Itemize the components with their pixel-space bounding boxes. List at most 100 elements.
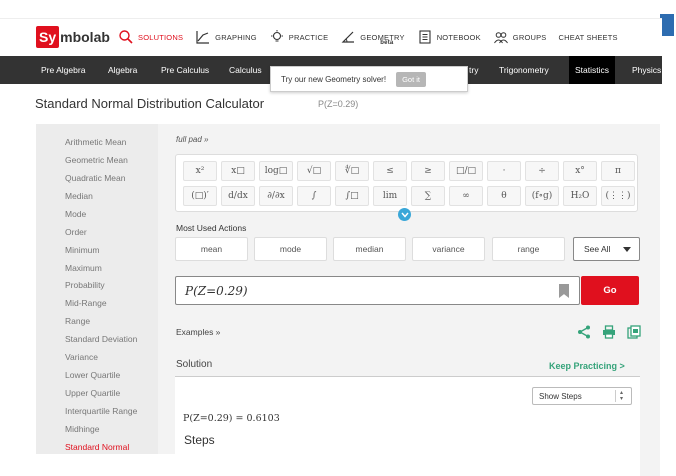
sidebar-item-mid-range[interactable]: Mid-Range (65, 298, 107, 308)
subject-partial[interactable]: try (469, 56, 478, 84)
key-integral[interactable]: ∫ (297, 186, 331, 206)
key-fraction[interactable]: □/□ (449, 161, 483, 181)
sidebar-item-quadratic-mean[interactable]: Quadratic Mean (65, 173, 125, 183)
examples-link[interactable]: Examples » (176, 327, 220, 337)
key-matrix[interactable]: (⋮⋮) (601, 186, 635, 206)
sidebar-item-mode[interactable]: Mode (65, 209, 86, 219)
subject-algebra[interactable]: Algebra (108, 56, 137, 84)
most-used-actions-title: Most Used Actions (176, 223, 247, 233)
key-square[interactable]: x² (183, 161, 217, 181)
nav-groups[interactable]: GROUPS (493, 29, 547, 45)
key-dot[interactable]: · (487, 161, 521, 181)
key-infinity[interactable]: ∞ (449, 186, 483, 206)
subject-statistics[interactable]: Statistics (569, 56, 616, 84)
sidebar-item-standard-deviation[interactable]: Standard Deviation (65, 334, 137, 344)
angle-icon (341, 31, 355, 43)
page-subtitle: P(Z=0.29) (318, 99, 359, 109)
key-partial[interactable]: ∂/∂x (259, 186, 293, 206)
nav-graphing[interactable]: GRAPHING (195, 29, 257, 45)
sidebar-item-arithmetic-mean[interactable]: Arithmetic Mean (65, 137, 126, 147)
geometry-tooltip: Try our new Geometry solver! Got it (270, 66, 468, 92)
key-nth-root[interactable]: ∜□ (335, 161, 369, 181)
key-pi[interactable]: π (601, 161, 635, 181)
page-title: Standard Normal Distribution Calculator (35, 96, 265, 111)
symbolab-logo[interactable]: Sy mbolab (36, 26, 110, 48)
show-steps-select[interactable]: Show Steps ▴ ▾ (532, 387, 632, 405)
key-degree[interactable]: x° (563, 161, 597, 181)
nav-cheat-sheets-label: CHEAT SHEETS (558, 32, 618, 42)
key-geq[interactable]: ≥ (411, 161, 445, 181)
key-log[interactable]: log□ (259, 161, 293, 181)
subject-trigonometry[interactable]: Trigonometry (499, 56, 549, 84)
sidebar-item-standard-normal[interactable]: Standard Normal (65, 442, 129, 452)
nav-practice[interactable]: PRACTICE (269, 29, 329, 45)
key-limit[interactable]: lim (373, 186, 407, 206)
go-button[interactable]: Go (581, 276, 639, 305)
key-definite-integral[interactable]: ∫□ (335, 186, 369, 206)
key-prime[interactable]: (□)′ (183, 186, 217, 206)
action-mode-button[interactable]: mode (254, 237, 327, 261)
sidebar-item-midhinge[interactable]: Midhinge (65, 424, 100, 434)
got-it-button[interactable]: Got it (396, 71, 427, 87)
embed-button[interactable] (626, 324, 642, 340)
right-edge (662, 0, 676, 476)
key-theta[interactable]: θ (487, 186, 521, 206)
sidebar-item-geometric-mean[interactable]: Geometric Mean (65, 155, 128, 165)
graph-icon (196, 31, 210, 44)
sidebar: Arithmetic Mean Geometric Mean Quadratic… (36, 124, 158, 454)
bookmark-icon[interactable] (559, 284, 569, 298)
subject-calculus[interactable]: Calculus (229, 56, 262, 84)
full-pad-link[interactable]: full pad » (176, 135, 208, 144)
sidebar-item-variance[interactable]: Variance (65, 352, 98, 362)
blank-area (0, 454, 225, 476)
subject-pre-calculus[interactable]: Pre Calculus (161, 56, 209, 84)
top-header: Sy mbolab SOLUTIONS GRAPHING PRACTICE GE… (0, 18, 662, 54)
key-chemistry[interactable]: H₂O (563, 186, 597, 206)
sidebar-item-order[interactable]: Order (65, 227, 87, 237)
key-sum[interactable]: ∑ (411, 186, 445, 206)
sidebar-item-median[interactable]: Median (65, 191, 93, 201)
groups-icon (493, 32, 508, 44)
keep-practicing-link[interactable]: Keep Practicing > (549, 361, 625, 371)
key-divide[interactable]: ÷ (525, 161, 559, 181)
beta-badge: beta (380, 40, 394, 46)
share-icon (578, 325, 590, 339)
key-power[interactable]: x□ (221, 161, 255, 181)
chevron-down-icon (400, 212, 409, 218)
expression-input-value: P(Z=0.29) (185, 283, 248, 298)
key-sqrt[interactable]: √□ (297, 161, 331, 181)
action-mean-button[interactable]: mean (175, 237, 248, 261)
action-range-button[interactable]: range (492, 237, 565, 261)
subject-pre-algebra[interactable]: Pre Algebra (41, 56, 85, 84)
nav-solutions[interactable]: SOLUTIONS (118, 29, 183, 45)
key-composition[interactable]: (f∘g) (525, 186, 559, 206)
share-button[interactable] (576, 324, 592, 340)
sidebar-item-probability[interactable]: Probability (65, 280, 105, 290)
action-variance-button[interactable]: variance (412, 237, 485, 261)
sidebar-item-interquartile-range[interactable]: Interquartile Range (65, 406, 137, 416)
nav-geometry[interactable]: GEOMETRY beta (340, 29, 404, 46)
sidebar-item-minimum[interactable]: Minimum (65, 245, 99, 255)
nav-groups-label: GROUPS (512, 32, 547, 42)
updown-arrows-icon: ▴ ▾ (615, 390, 627, 402)
sidebar-item-upper-quartile[interactable]: Upper Quartile (65, 388, 120, 398)
key-leq[interactable]: ≤ (373, 161, 407, 181)
nav-notebook[interactable]: NOTEBOOK (417, 29, 481, 45)
notebook-icon (419, 30, 431, 44)
main-panel: full pad » x² x□ log□ √□ ∜□ ≤ ≥ □/□ · ÷ … (158, 124, 660, 476)
scroll-indicator (660, 14, 674, 36)
expand-keypad-button[interactable] (398, 208, 411, 221)
nav-cheat-sheets[interactable]: CHEAT SHEETS (559, 33, 618, 42)
sidebar-item-range[interactable]: Range (65, 316, 90, 326)
top-nav: SOLUTIONS GRAPHING PRACTICE GEOMETRY bet… (118, 19, 618, 55)
key-derivative[interactable]: d/dx (221, 186, 255, 206)
subject-physics[interactable]: Physics (632, 56, 661, 84)
sidebar-item-maximum[interactable]: Maximum (65, 263, 102, 273)
expression-input[interactable]: P(Z=0.29) (175, 276, 580, 305)
see-all-dropdown[interactable]: See All (573, 237, 640, 261)
sidebar-item-lower-quartile[interactable]: Lower Quartile (65, 370, 120, 380)
steps-heading: Steps (184, 433, 215, 447)
action-median-button[interactable]: median (333, 237, 406, 261)
nav-graphing-label: GRAPHING (215, 32, 257, 42)
print-button[interactable] (601, 324, 617, 340)
